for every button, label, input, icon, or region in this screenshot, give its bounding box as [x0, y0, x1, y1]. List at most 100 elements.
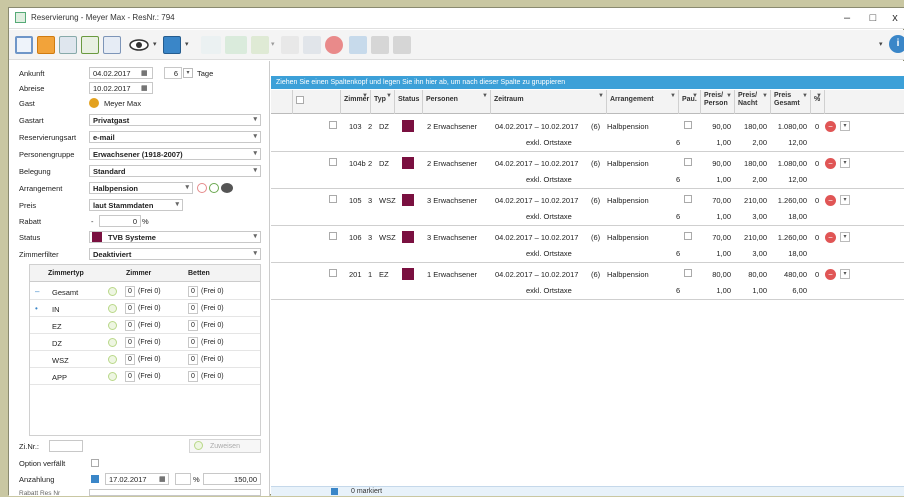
pau-checkbox[interactable] — [684, 195, 692, 203]
tage-input[interactable]: 6 — [164, 67, 182, 79]
group-by-panel[interactable]: Ziehen Sie einen Spaltenkopf und legen S… — [271, 76, 904, 89]
grid-layout-icon[interactable] — [37, 36, 55, 54]
save-icon[interactable] — [15, 36, 33, 54]
gastart-select[interactable]: Privatgast — [89, 114, 261, 126]
col-personen[interactable]: Personen ▼ — [423, 90, 491, 114]
col-arrangement[interactable]: Arrangement ▼ — [607, 90, 679, 114]
eye-icon[interactable] — [129, 36, 151, 54]
eye-dropdown-icon[interactable]: ▾ — [153, 40, 157, 48]
row-checkbox[interactable] — [329, 232, 337, 240]
add-arrangement-icon[interactable] — [209, 183, 219, 193]
zimmer-count[interactable]: 0 — [125, 320, 135, 331]
filter-icon[interactable]: ▼ — [692, 92, 698, 100]
maximize-button[interactable]: □ — [861, 10, 885, 26]
remove-row-icon[interactable]: − — [825, 158, 836, 169]
betten-count[interactable]: 0 — [188, 354, 198, 365]
row-checkbox[interactable] — [329, 195, 337, 203]
filter-icon[interactable]: ▼ — [482, 92, 488, 100]
gast-value[interactable]: Meyer Max — [104, 99, 141, 108]
row-menu-dropdown[interactable]: ▾ — [840, 121, 850, 131]
calendar-icon[interactable]: ▦ — [141, 84, 148, 92]
col-preis-gesamt[interactable]: Preis Gesamt ▼ — [771, 90, 811, 114]
zimmer-count[interactable]: 0 — [125, 286, 135, 297]
filter-icon[interactable]: ▼ — [386, 92, 392, 100]
group-icon[interactable] — [251, 36, 269, 54]
filter-icon[interactable]: ▼ — [802, 92, 808, 100]
view-arrangement-icon[interactable] — [221, 183, 233, 193]
remove-row-icon[interactable]: − — [825, 269, 836, 280]
extra-dropdown-icon[interactable]: ▾ — [879, 40, 883, 48]
zimmer-count[interactable]: 0 — [125, 371, 135, 382]
col-pau[interactable]: Pau. ▼ — [679, 90, 701, 114]
row-checkbox[interactable] — [329, 269, 337, 277]
archive-icon[interactable] — [371, 36, 389, 54]
room-type-row[interactable]: WSZ 0 (Frei 0) 0 (Frei 0) — [30, 351, 260, 368]
delete-icon[interactable] — [325, 36, 343, 54]
personengruppe-select[interactable]: Erwachsener (1918-2007) — [89, 148, 261, 160]
row-checkbox[interactable] — [329, 121, 337, 129]
room-type-row[interactable]: DZ 0 (Frei 0) 0 (Frei 0) — [30, 334, 260, 351]
status-checkbox[interactable] — [331, 488, 338, 495]
card-icon[interactable] — [59, 36, 77, 54]
betten-count[interactable]: 0 — [188, 286, 198, 297]
info-icon[interactable]: i — [889, 35, 904, 53]
filter-icon[interactable]: ▼ — [598, 92, 604, 100]
belegung-select[interactable]: Standard — [89, 165, 261, 177]
zimmerfilter-select[interactable]: Deaktiviert — [89, 248, 261, 260]
zimmer-count[interactable]: 0 — [125, 354, 135, 365]
row-checkbox[interactable] — [329, 158, 337, 166]
room-type-row[interactable]: • IN 0 (Frei 0) 0 (Frei 0) — [30, 300, 260, 317]
col-status[interactable]: Status — [395, 90, 423, 114]
reservation-row[interactable]: 105 3 WSZ 3 Erwachsener 04.02.2017 – 10.02.2… — [271, 189, 904, 226]
option-checkbox[interactable] — [91, 459, 99, 467]
remove-row-icon[interactable]: − — [825, 195, 836, 206]
remove-row-icon[interactable]: − — [825, 121, 836, 132]
remove-row-icon[interactable]: − — [825, 232, 836, 243]
reservation-row[interactable]: 201 1 EZ 1 Erwachsener 04.02.2017 – 10.02.20… — [271, 263, 904, 300]
room-type-row[interactable]: EZ 0 (Frei 0) 0 (Frei 0) — [30, 317, 260, 334]
arrangement-select[interactable]: Halbpension — [89, 182, 193, 194]
filter-icon[interactable]: ▼ — [726, 92, 732, 100]
row-menu-dropdown[interactable]: ▾ — [840, 195, 850, 205]
print-icon[interactable] — [393, 36, 411, 54]
columns-dropdown-icon[interactable]: ▾ — [185, 40, 189, 48]
row-menu-dropdown[interactable]: ▾ — [840, 269, 850, 279]
export-icon[interactable] — [349, 36, 367, 54]
rabatt-input[interactable]: 0 — [99, 215, 141, 227]
col-preis-person[interactable]: Preis/Person ▼ — [701, 90, 735, 114]
betten-count[interactable]: 0 — [188, 337, 198, 348]
zimmer-count[interactable]: 0 — [125, 337, 135, 348]
betten-count[interactable]: 0 — [188, 303, 198, 314]
tage-spinner[interactable]: ▾ — [183, 68, 193, 78]
preis-select[interactable]: laut Stammdaten — [89, 199, 183, 211]
home-icon[interactable] — [303, 36, 321, 54]
row-menu-dropdown[interactable]: ▾ — [840, 232, 850, 242]
betten-count[interactable]: 0 — [188, 320, 198, 331]
resart-select[interactable]: e-mail — [89, 131, 261, 143]
pau-checkbox[interactable] — [684, 269, 692, 277]
reservation-row[interactable]: 103 2 DZ 2 Erwachsener 04.02.2017 – 10.02.20… — [271, 115, 904, 152]
filter-icon[interactable]: ▼ — [362, 92, 368, 100]
reservation-row[interactable]: 104b 2 DZ 2 Erwachsener 04.02.2017 – 10.02.2… — [271, 152, 904, 189]
zimmer-count[interactable]: 0 — [125, 303, 135, 314]
transfer-icon[interactable] — [225, 36, 247, 54]
pau-checkbox[interactable] — [684, 158, 692, 166]
anzahlung-amount-input[interactable]: 150,00 — [203, 473, 261, 485]
group-dropdown-icon[interactable]: ▾ — [271, 40, 275, 48]
close-button[interactable]: x — [883, 10, 904, 26]
zinr-input[interactable] — [49, 440, 83, 452]
row-menu-dropdown[interactable]: ▾ — [840, 158, 850, 168]
col-zimmer[interactable]: Zimmer ▼ — [341, 90, 371, 114]
filter-icon[interactable]: ▼ — [762, 92, 768, 100]
columns-icon[interactable] — [163, 36, 181, 54]
document-check-icon[interactable] — [81, 36, 99, 54]
select-all-checkbox[interactable] — [296, 96, 304, 104]
minimize-button[interactable]: – — [835, 10, 859, 26]
ruler-icon[interactable] — [201, 36, 221, 54]
calendar-icon[interactable]: ▦ — [159, 475, 166, 483]
anzahlung-checkbox[interactable] — [91, 475, 99, 483]
col-zeitraum[interactable]: Zeitraum ▼ — [491, 90, 607, 114]
edit-list-icon[interactable] — [103, 36, 121, 54]
copy-icon[interactable] — [281, 36, 299, 54]
filter-icon[interactable]: ▼ — [816, 92, 822, 100]
